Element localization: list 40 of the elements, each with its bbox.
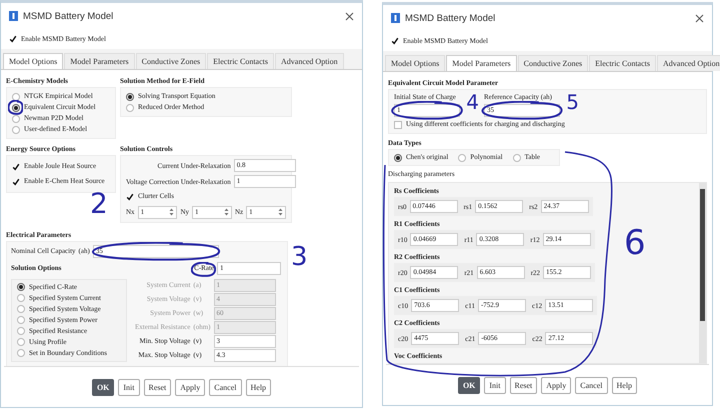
handwritten-number: 2	[90, 190, 108, 218]
spinner-arrows-icon[interactable]	[169, 208, 174, 216]
tab[interactable]: Model Parameters	[64, 53, 135, 69]
close-icon[interactable]	[345, 12, 354, 20]
tab[interactable]: Advanced Option	[656, 55, 720, 71]
handwritten-number: 3	[291, 244, 308, 270]
tab[interactable]: Model Options	[3, 53, 64, 69]
spinner-arrows-icon[interactable]	[224, 208, 229, 216]
dialog-button[interactable]: Apply	[175, 378, 206, 396]
dialog-button[interactable]: OK	[92, 378, 114, 396]
dialog-button[interactable]: Help	[612, 376, 638, 394]
check-icon	[9, 35, 17, 43]
close-icon[interactable]	[695, 14, 704, 22]
handwritten-number: 5	[566, 92, 579, 112]
scrollbar[interactable]	[699, 183, 706, 363]
dialog-button[interactable]: Apply	[541, 376, 572, 394]
tab[interactable]: Advanced Option	[274, 53, 344, 69]
dialog-button[interactable]: Cancel	[209, 378, 242, 396]
spinner-arrows-icon[interactable]	[278, 208, 284, 216]
dialog-button[interactable]: Reset	[510, 376, 538, 394]
tab[interactable]: Conductive Zones	[136, 53, 206, 69]
dialog-button[interactable]: OK	[458, 376, 480, 394]
dialog-button[interactable]: Help	[246, 378, 272, 396]
tab[interactable]: Electric Contacts	[589, 55, 656, 71]
tab[interactable]: Model Parameters	[446, 55, 517, 71]
dialog-button[interactable]: Init	[118, 378, 140, 396]
dialog-button[interactable]: Cancel	[575, 376, 608, 394]
window-title: MSMD Battery Model	[405, 12, 496, 24]
app-icon	[391, 13, 400, 23]
tab[interactable]: Conductive Zones	[518, 55, 588, 71]
handwritten-number: 4	[466, 92, 479, 112]
dialog-button[interactable]: Reset	[144, 378, 172, 396]
app-icon	[9, 11, 18, 21]
check-icon	[391, 37, 399, 45]
tab[interactable]: Model Options	[385, 55, 446, 71]
handwritten-number: 6	[624, 226, 646, 260]
tab[interactable]: Electric Contacts	[207, 53, 274, 69]
window-title: MSMD Battery Model	[23, 10, 114, 22]
dialog-button[interactable]: Init	[484, 376, 506, 394]
check-icon	[126, 192, 134, 200]
